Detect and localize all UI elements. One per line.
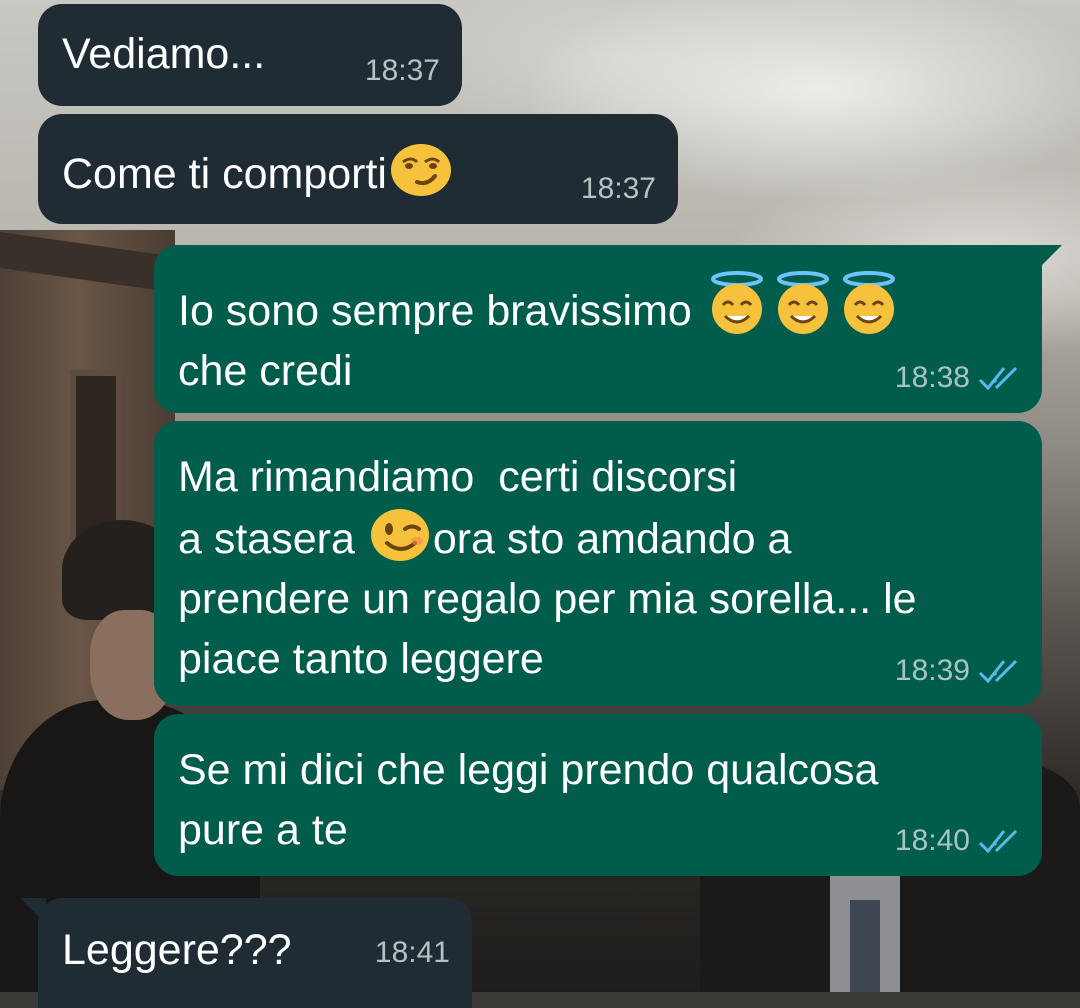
double-check-read-icon <box>978 366 1018 391</box>
message-meta: 18:41 <box>375 936 450 970</box>
message-time: 18:41 <box>374 936 450 969</box>
halo-face-icon <box>776 271 829 334</box>
message-text: Come ti comporti <box>62 150 387 198</box>
message-text: Se mi dici che leggi prendo qualcosa <box>178 746 879 794</box>
message-meta: 18:38 <box>895 361 1020 395</box>
message-text: Io sono sempre bravissimo <box>178 287 704 335</box>
double-check-read-icon <box>978 659 1018 684</box>
smirking-face-icon <box>390 144 451 196</box>
message-time: 18:37 <box>364 54 440 87</box>
message-meta: 18:37 <box>365 54 440 88</box>
message-meta: 18:37 <box>581 172 656 206</box>
message-time: 18:37 <box>580 172 656 205</box>
message-meta: 18:39 <box>895 654 1020 688</box>
winking-face-icon <box>370 509 429 561</box>
message-bubble-incoming[interactable]: Vediamo... 18:37 <box>38 4 462 106</box>
message-line: a stasera ora sto amdando a <box>178 507 1042 569</box>
message-bubble-outgoing[interactable]: Se mi dici che leggi prendo qualcosa pur… <box>154 714 1042 876</box>
message-text: ora sto amdando a <box>432 515 792 563</box>
halo-face-icon <box>842 271 895 334</box>
message-list[interactable]: Vediamo... 18:37 Come ti comporti 18:37 … <box>0 0 1080 1008</box>
message-line: Io sono sempre bravissimo <box>178 271 1042 341</box>
message-text: Vediamo... <box>62 30 266 78</box>
message-text: a stasera <box>178 515 367 563</box>
double-check-read-icon <box>978 829 1018 854</box>
message-time: 18:39 <box>894 654 970 687</box>
message-time: 18:40 <box>894 824 970 857</box>
message-bubble-incoming[interactable]: Come ti comporti 18:37 <box>38 114 678 224</box>
halo-face-icon <box>710 271 763 334</box>
message-bubble-outgoing[interactable]: Ma rimandiamo certi discorsi a stasera o… <box>154 421 1042 706</box>
message-bubble-outgoing[interactable]: Io sono sempre bravissimo che credi 18:3… <box>154 245 1042 413</box>
message-text: Leggere??? <box>62 926 292 974</box>
message-text: prendere un regalo per mia sorella... le <box>178 575 917 623</box>
message-meta: 18:40 <box>895 824 1020 858</box>
message-text: Ma rimandiamo certi discorsi <box>178 453 738 501</box>
message-time: 18:38 <box>894 361 970 394</box>
